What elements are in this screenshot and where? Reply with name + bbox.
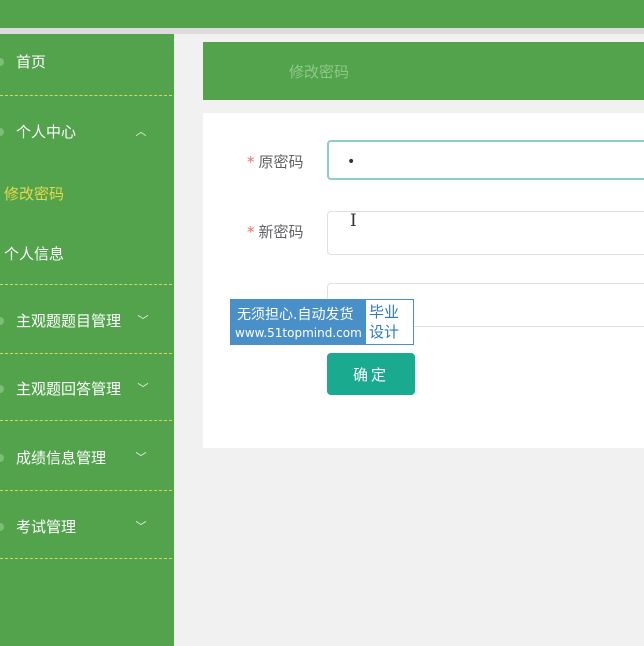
menu-icon bbox=[0, 454, 4, 462]
watermark-badge: 无须担心.自动发货 www.51topmind.com 毕业设计 bbox=[230, 299, 414, 345]
menu-icon bbox=[0, 317, 4, 325]
sidebar: 首页 个人中心 ︿ 修改密码 个人信息 主观题题目管理 ﹀ 主观题回答管理 ﹀ … bbox=[0, 34, 174, 646]
chevron-down-icon: ﹀ bbox=[135, 451, 147, 464]
new-password-label-text: 新密码 bbox=[258, 223, 304, 241]
menu-divider bbox=[0, 284, 172, 285]
old-password-field[interactable]: • bbox=[327, 140, 644, 180]
menu-icon bbox=[0, 385, 4, 393]
menu-divider bbox=[0, 490, 172, 491]
watermark-line2: www.51topmind.com bbox=[235, 326, 362, 340]
chevron-down-icon: ﹀ bbox=[137, 314, 149, 327]
text-cursor-icon: I bbox=[350, 211, 357, 231]
watermark-line1: 无须担心.自动发货 bbox=[237, 307, 354, 323]
home-icon bbox=[0, 58, 4, 66]
menu-icon bbox=[0, 523, 4, 531]
page-title: 修改密码 bbox=[289, 63, 350, 81]
top-navbar bbox=[0, 0, 644, 28]
sidebar-item-label: 主观题题目管理 bbox=[16, 312, 122, 330]
menu-divider bbox=[0, 420, 172, 421]
sidebar-item-label: 考试管理 bbox=[16, 518, 77, 536]
user-icon bbox=[0, 128, 4, 136]
new-password-field[interactable] bbox=[327, 211, 644, 255]
sidebar-item-label: 主观题回答管理 bbox=[16, 380, 122, 398]
password-mask: • bbox=[347, 154, 356, 170]
required-mark: * bbox=[247, 153, 255, 171]
sidebar-subitem-change-password[interactable]: 修改密码 bbox=[4, 184, 164, 204]
page-header: 修改密码 bbox=[203, 42, 644, 100]
old-password-label-text: 原密码 bbox=[258, 153, 304, 171]
watermark-left-panel: 无须担心.自动发货 www.51topmind.com bbox=[231, 300, 366, 344]
menu-divider bbox=[0, 95, 172, 96]
sidebar-item-label: 首页 bbox=[16, 53, 47, 71]
chevron-down-icon: ﹀ bbox=[135, 520, 147, 533]
chevron-up-icon: ︿ bbox=[135, 125, 147, 138]
menu-divider bbox=[0, 353, 172, 354]
chevron-down-icon: ﹀ bbox=[137, 382, 149, 395]
watermark-side-text: 毕业设计 bbox=[369, 303, 400, 341]
confirm-button[interactable]: 确定 bbox=[327, 353, 415, 395]
sidebar-item-label: 个人中心 bbox=[16, 123, 77, 141]
required-mark: * bbox=[247, 223, 255, 241]
sidebar-item-label: 成绩信息管理 bbox=[16, 449, 107, 467]
old-password-label: * 原密码 bbox=[247, 151, 304, 172]
new-password-label: * 新密码 bbox=[247, 221, 304, 242]
sidebar-subitem-personal-info[interactable]: 个人信息 bbox=[4, 244, 164, 264]
menu-divider bbox=[0, 558, 172, 559]
